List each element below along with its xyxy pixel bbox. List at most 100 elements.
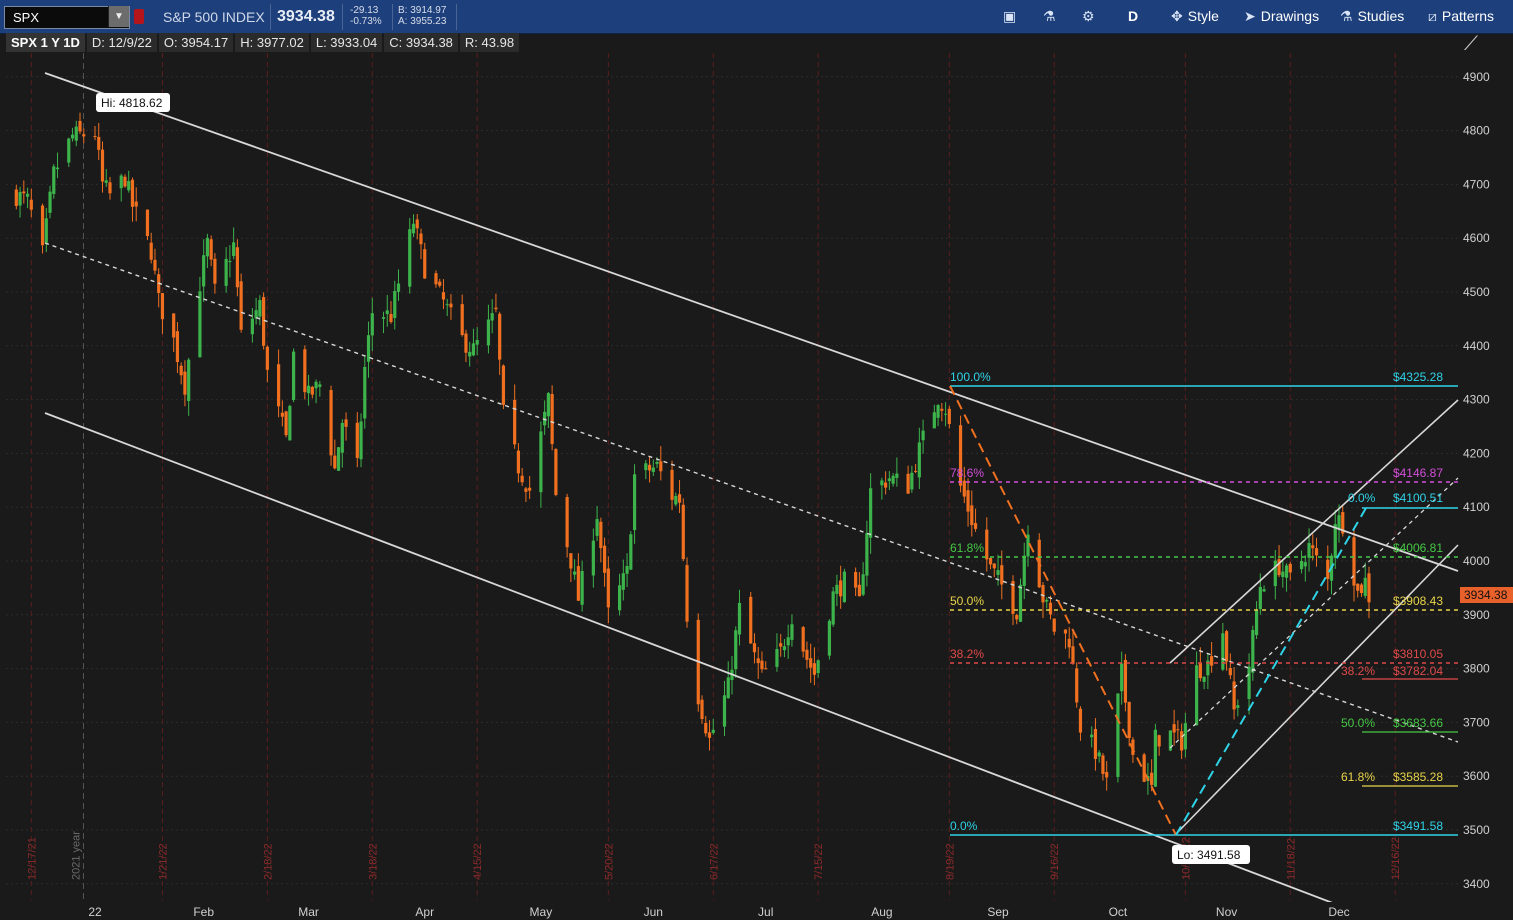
- y-tick-label: 4400: [1463, 339, 1490, 353]
- candle-body: [629, 534, 633, 570]
- candle-body: [1048, 602, 1053, 615]
- candle-body: [441, 292, 446, 300]
- candle-body: [1176, 729, 1180, 731]
- candle-body: [854, 571, 858, 588]
- candle-body: [869, 488, 873, 538]
- candle-body: [149, 242, 153, 260]
- fib1-382-value: $3810.05: [1393, 647, 1443, 661]
- candle-body: [1105, 772, 1109, 778]
- candle-body: [524, 488, 528, 492]
- candle-body: [494, 307, 498, 310]
- candle-body: [336, 447, 341, 471]
- candle-body: [314, 381, 318, 389]
- candle-body: [827, 620, 832, 656]
- candle-body: [187, 359, 191, 401]
- candle-body: [419, 233, 423, 245]
- symbol-dropdown-icon[interactable]: ▼: [108, 6, 129, 27]
- fib2-382-pct: 38.2%: [1341, 664, 1375, 678]
- candle-body: [947, 408, 951, 424]
- settings-button[interactable]: ⚙: [1082, 8, 1100, 25]
- candle-body: [355, 422, 359, 458]
- link-color-icon[interactable]: [134, 9, 144, 24]
- expiration-date-label: 3/18/22: [367, 843, 379, 880]
- candle-body: [1157, 735, 1161, 747]
- ohlc-info-bar: SPX 1 Y 1D D: 12/9/22 O: 3954.17 H: 3977.02…: [6, 33, 521, 53]
- fib1-618-value: $4006.81: [1393, 541, 1443, 555]
- candle-body: [1281, 571, 1285, 577]
- x-axis-panel: [0, 902, 1460, 920]
- calendar-button[interactable]: ▣: [1003, 8, 1021, 25]
- candle-body: [1363, 577, 1367, 596]
- candle-body: [232, 242, 236, 257]
- candle-body: [333, 455, 337, 469]
- candle-body: [29, 199, 33, 210]
- candle-body: [655, 461, 659, 464]
- expiration-date-label: 12/17/21: [26, 837, 38, 880]
- candle-body: [812, 663, 817, 675]
- candle-body: [262, 297, 266, 346]
- candle-body: [280, 412, 284, 417]
- candle-body: [1011, 581, 1015, 614]
- expiration-date-label: 11/18/22: [1285, 838, 1297, 880]
- candle-body: [130, 179, 135, 207]
- candle-body: [209, 239, 213, 260]
- candle-body: [258, 300, 262, 317]
- candle-body: [1198, 663, 1202, 679]
- candle-body: [1273, 560, 1277, 587]
- expiration-date-label: 8/19/22: [944, 843, 956, 880]
- candle-body: [78, 120, 82, 132]
- candle-body: [475, 339, 479, 345]
- candle-body: [127, 180, 131, 191]
- candle-body: [880, 480, 884, 486]
- candle-body: [816, 660, 820, 674]
- y-tick-label: 4500: [1463, 285, 1490, 299]
- candle-body: [239, 281, 243, 330]
- drawings-button[interactable]: ➤ Drawings: [1244, 8, 1319, 25]
- candle-body: [175, 331, 180, 363]
- candle-body: [861, 574, 865, 595]
- fib1-382-pct: 38.2%: [950, 647, 984, 661]
- x-tick-label: May: [530, 905, 553, 919]
- candle-body: [303, 349, 307, 393]
- aggregation-button[interactable]: D: [1128, 8, 1138, 24]
- candle-body: [213, 258, 217, 284]
- candle-body: [1258, 586, 1262, 610]
- candle-body: [134, 201, 138, 207]
- candle-body: [1359, 584, 1364, 594]
- fib2-000-value: $4100.51: [1393, 491, 1443, 505]
- candle-body: [1093, 728, 1098, 759]
- price-chart[interactable]: 12/17/21 1/21/22 2/18/22 3/18/22 4/15/22 5/20…: [0, 0, 1513, 920]
- candle-body: [782, 646, 787, 651]
- fib1-100-value: $4325.28: [1393, 370, 1443, 384]
- candle-body: [595, 519, 599, 536]
- candle-body: [1251, 630, 1255, 673]
- last-price-label: 3934.38: [1464, 588, 1508, 602]
- flask-icon: ⚗: [1043, 8, 1056, 24]
- y-tick-label: 3400: [1463, 877, 1490, 891]
- chart-symbol[interactable]: SPX 1 Y 1D: [6, 33, 85, 52]
- candle-body: [891, 475, 895, 484]
- candle-body: [224, 258, 228, 286]
- candle-body: [104, 180, 108, 183]
- candle-body: [1172, 724, 1176, 733]
- candle-body: [52, 166, 56, 194]
- candle-body: [55, 167, 60, 170]
- symbol-text: SPX: [13, 10, 40, 25]
- candle-body: [1041, 585, 1045, 603]
- candle-body: [644, 463, 648, 471]
- candle-body: [722, 695, 727, 727]
- y-tick-label: 3700: [1463, 715, 1490, 729]
- studies-button[interactable]: ⚗ Studies: [1340, 8, 1404, 25]
- flask-button[interactable]: ⚗: [1043, 8, 1061, 25]
- candle-body: [318, 384, 322, 387]
- style-button[interactable]: ✥ Style: [1171, 8, 1219, 25]
- candle-body: [97, 136, 101, 150]
- candle-body: [1247, 666, 1251, 699]
- candle-body: [737, 602, 742, 635]
- candle-body: [329, 390, 333, 456]
- candle-body: [1142, 754, 1146, 782]
- drawing-tool-icon[interactable]: ⟋: [1464, 31, 1478, 55]
- patterns-button[interactable]: ⧄ Patterns: [1428, 8, 1494, 25]
- candle-body: [228, 261, 232, 263]
- candle-body: [936, 405, 940, 418]
